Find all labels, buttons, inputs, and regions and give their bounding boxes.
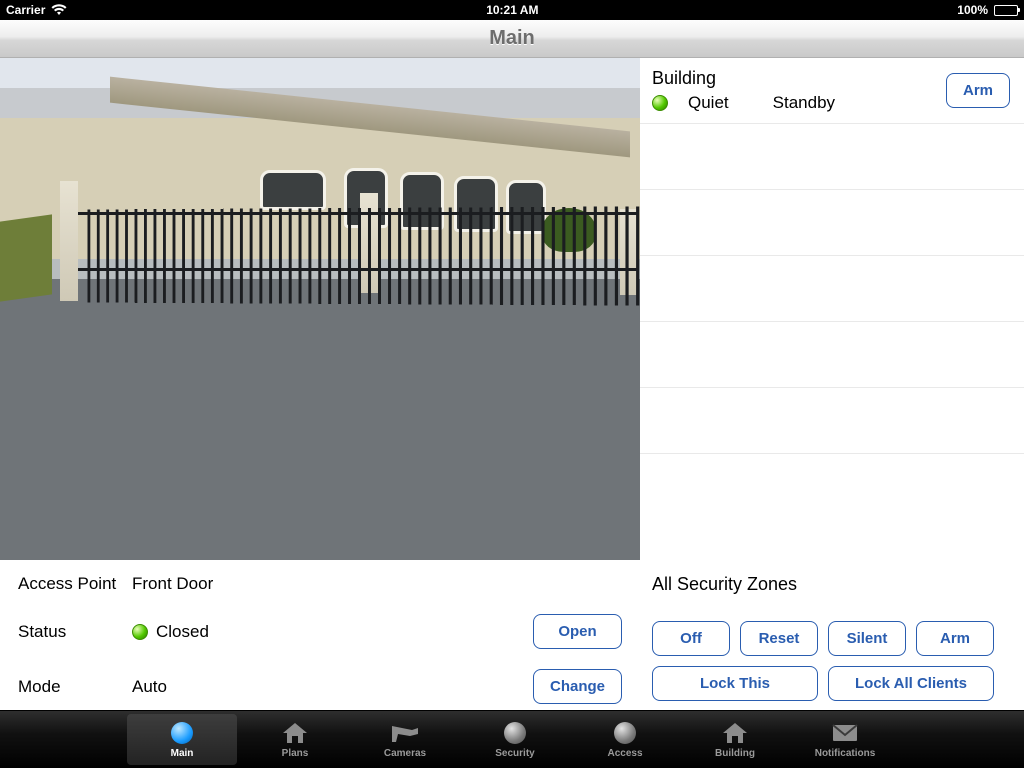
- zone-mode: Standby: [773, 93, 835, 113]
- tab-cameras[interactable]: Cameras: [350, 711, 460, 768]
- camera-feed[interactable]: [0, 58, 640, 560]
- access-point-value: Front Door: [132, 574, 527, 594]
- status-value: Closed: [156, 622, 209, 642]
- tab-main[interactable]: Main: [127, 714, 237, 765]
- status-label: Status: [18, 622, 126, 642]
- access-point-label: Access Point: [18, 574, 126, 594]
- tab-building[interactable]: Building: [680, 711, 790, 768]
- mode-value: Auto: [132, 677, 527, 697]
- tab-label: Access: [607, 748, 642, 759]
- tab-label: Security: [495, 748, 534, 759]
- dot-icon: [500, 720, 530, 746]
- zone-name: Building: [652, 68, 946, 89]
- mail-icon: [830, 720, 860, 746]
- lock-all-clients-button[interactable]: Lock All Clients: [828, 666, 994, 701]
- ios-status-bar: Carrier 10:21 AM 100%: [0, 0, 1024, 20]
- arm-all-button[interactable]: Arm: [916, 621, 994, 656]
- tab-access[interactable]: Access: [570, 711, 680, 768]
- carrier-label: Carrier: [6, 3, 45, 17]
- tab-notifications[interactable]: Notifications: [790, 711, 900, 768]
- page-title: Main: [489, 27, 535, 50]
- zone-row-empty: [640, 190, 1024, 256]
- change-button[interactable]: Change: [533, 669, 622, 704]
- wifi-icon: [51, 4, 67, 16]
- tab-bar: Main Plans Cameras Security Access Build…: [0, 710, 1024, 768]
- access-point-panel: Access Point Front Door Status Closed Op…: [18, 574, 622, 700]
- tab-security[interactable]: Security: [460, 711, 570, 768]
- mode-label: Mode: [18, 677, 126, 697]
- zone-row-empty: [640, 256, 1024, 322]
- clock: 10:21 AM: [486, 3, 538, 17]
- zone-status: Quiet: [688, 93, 729, 113]
- house-icon: [720, 720, 750, 746]
- tab-label: Plans: [282, 748, 309, 759]
- tab-label: Cameras: [384, 748, 426, 759]
- house-icon: [280, 720, 310, 746]
- reset-button[interactable]: Reset: [740, 621, 818, 656]
- tab-label: Main: [171, 748, 194, 759]
- silent-button[interactable]: Silent: [828, 621, 906, 656]
- all-zones-title: All Security Zones: [652, 574, 1006, 595]
- tab-label: Notifications: [815, 748, 876, 759]
- off-button[interactable]: Off: [652, 621, 730, 656]
- zone-row-empty: [640, 388, 1024, 454]
- globe-icon: [167, 720, 197, 746]
- all-zones-panel: All Security Zones Off Reset Silent Arm …: [652, 574, 1006, 700]
- open-button[interactable]: Open: [533, 614, 622, 649]
- tab-plans[interactable]: Plans: [240, 711, 350, 768]
- lock-this-button[interactable]: Lock This: [652, 666, 818, 701]
- zone-row-empty: [640, 124, 1024, 190]
- zone-row-building[interactable]: Building Quiet Standby Arm: [640, 58, 1024, 124]
- arm-button[interactable]: Arm: [946, 73, 1010, 108]
- camera-scene: [0, 58, 640, 560]
- battery-percent: 100%: [957, 3, 988, 17]
- tab-label: Building: [715, 748, 755, 759]
- battery-icon: [994, 5, 1018, 16]
- zone-row-empty: [640, 454, 1024, 520]
- zone-list: Building Quiet Standby Arm: [640, 58, 1024, 560]
- dot-icon: [610, 720, 640, 746]
- status-dot-icon: [652, 95, 668, 111]
- nav-title-bar: Main: [0, 20, 1024, 58]
- camera-icon: [390, 720, 420, 746]
- status-dot-icon: [132, 624, 148, 640]
- zone-row-empty: [640, 322, 1024, 388]
